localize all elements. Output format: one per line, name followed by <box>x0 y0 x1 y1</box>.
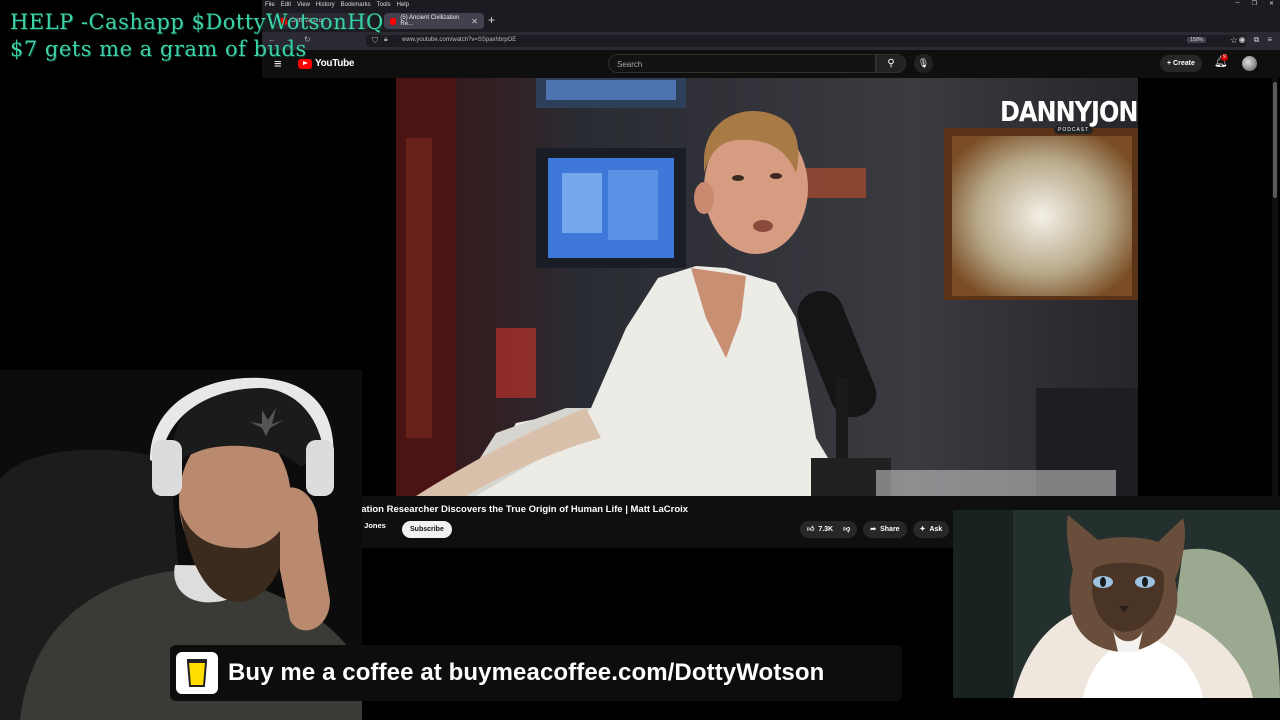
create-button[interactable]: + Create <box>1160 55 1202 72</box>
share-label: Share <box>880 526 900 533</box>
tab-label: (5) Ancient Civilization Re... <box>400 15 460 27</box>
search-icon: ⚲ <box>887 58 895 69</box>
menu-history[interactable]: History <box>316 2 335 8</box>
url-text[interactable]: www.youtube.com/watch?v=SSpaxhbrpOE <box>402 37 516 43</box>
video-player[interactable]: DANNYJONES PODCAST <box>396 78 1138 496</box>
create-label: Create <box>1173 60 1195 67</box>
tab-ancient-civilization[interactable]: (5) Ancient Civilization Re... ✕ <box>384 13 484 29</box>
browser-tabbar: DottyWotson (5) Ancient Civilization Re.… <box>262 10 1280 32</box>
subscribe-button[interactable]: Subscribe <box>402 521 452 538</box>
minimize-icon[interactable]: ─ <box>1235 0 1239 7</box>
search-button[interactable]: ⚲ <box>876 54 906 73</box>
help-line-2: $7 gets me a gram of buds <box>10 37 307 61</box>
cat-webcam <box>953 510 1280 698</box>
menu-tools[interactable]: Tools <box>377 2 391 8</box>
ask-label: Ask <box>929 526 943 533</box>
account-icon[interactable]: ◉ <box>1239 35 1246 45</box>
lock-icon[interactable]: 🔒︎ <box>384 36 388 44</box>
menu-help[interactable]: Help <box>397 2 409 8</box>
scrollbar-thumb[interactable] <box>1273 82 1277 198</box>
sparkle-icon: ✦ <box>919 526 926 533</box>
window-controls: ─ ❐ ✕ <box>1235 0 1274 7</box>
podcast-brand-sub: PODCAST <box>1054 126 1094 134</box>
new-tab-icon[interactable]: + <box>488 14 495 26</box>
menu-view[interactable]: View <box>297 2 310 8</box>
page-scrollbar[interactable] <box>1272 78 1278 548</box>
donation-overlay-text: HELP -Cashapp $DottyWotsonHQ $7 gets me … <box>10 9 384 63</box>
video-actions: 👍︎ 7.3K 👎︎ ➦ Share ✦ Ask <box>800 521 950 538</box>
youtube-header: ≡ YouTube Search ⚲ 🎙︎ + Create 🔔︎ 9 <box>262 50 1280 78</box>
coffee-banner: Buy me a coffee at buymeacoffee.com/Dott… <box>170 645 902 701</box>
microphone-icon: 🎙︎ <box>917 58 930 68</box>
share-button[interactable]: ➦ Share <box>863 521 907 538</box>
youtube-favicon-icon <box>390 17 397 25</box>
close-tab-icon[interactable]: ✕ <box>471 17 478 26</box>
thumbs-down-icon[interactable]: 👎︎ <box>843 521 850 538</box>
close-window-icon[interactable]: ✕ <box>1269 0 1274 7</box>
zoom-indicator[interactable]: 150% <box>1187 37 1206 43</box>
thumbs-up-icon: 👍︎ <box>807 526 815 533</box>
url-bar[interactable]: ⛉ 🔒︎ www.youtube.com/watch?v=SSpaxhbrpOE… <box>366 35 1246 47</box>
menu-edit[interactable]: Edit <box>281 2 291 8</box>
voice-search-button[interactable]: 🎙︎ <box>914 54 933 73</box>
like-button[interactable]: 👍︎ 7.3K 👎︎ <box>800 521 858 538</box>
video-title: t Civilization Researcher Discovers the … <box>328 504 689 515</box>
bookmark-star-icon[interactable]: ☆ <box>1230 35 1238 46</box>
notification-badge: 9 <box>1221 54 1228 61</box>
coffee-cup-icon <box>176 652 218 694</box>
account-avatar[interactable] <box>1242 56 1257 71</box>
stream-screen: File Edit View History Bookmarks Tools H… <box>0 0 1280 720</box>
menu-bookmarks[interactable]: Bookmarks <box>341 2 371 8</box>
like-count: 7.3K <box>818 526 834 533</box>
browser-menubar: File Edit View History Bookmarks Tools H… <box>262 0 1280 10</box>
coffee-text: Buy me a coffee at buymeacoffee.com/Dott… <box>228 659 825 686</box>
help-line-1: HELP -Cashapp $DottyWotsonHQ <box>10 10 384 34</box>
restore-icon[interactable]: ❐ <box>1252 0 1257 7</box>
menu-icon[interactable]: ≡ <box>1267 35 1272 45</box>
browser-navbar: ← → ↻ ⛉ 🔒︎ www.youtube.com/watch?v=SSpax… <box>262 32 1280 50</box>
search-input[interactable]: Search <box>608 54 876 73</box>
video-frame-image <box>396 78 1138 496</box>
podcast-brand-logo: DANNYJONES <box>1000 95 1138 129</box>
share-icon: ➦ <box>870 526 877 533</box>
extensions-icon[interactable]: ⧉ <box>1254 35 1260 45</box>
menu-file[interactable]: File <box>265 2 275 8</box>
toolbar-icons: ◉ ⧉ ≡ <box>1239 35 1272 45</box>
cat-webcam-image <box>953 510 1280 698</box>
ask-button[interactable]: ✦ Ask <box>912 521 950 538</box>
